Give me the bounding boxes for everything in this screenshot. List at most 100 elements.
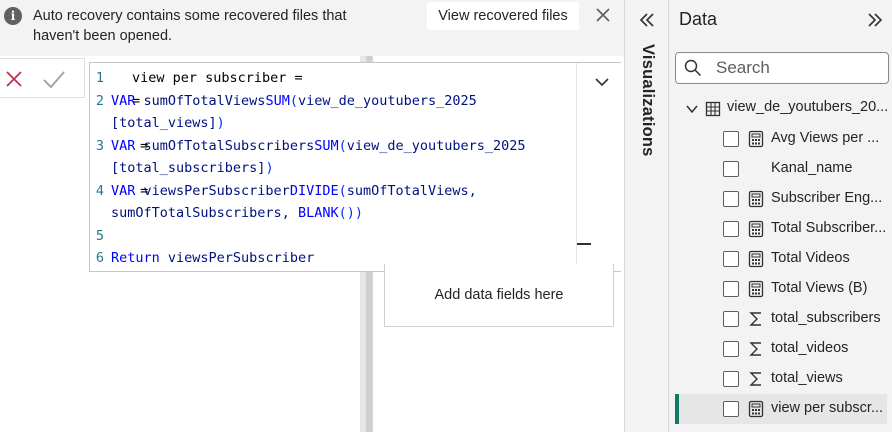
field-checkbox[interactable] — [723, 221, 739, 237]
code-token: DIVIDE — [289, 182, 339, 199]
code-token: SUM — [265, 92, 290, 109]
field-item[interactable]: Kanal_name — [675, 154, 887, 184]
field-checkbox[interactable] — [723, 341, 739, 357]
code-token: viewsPerSubscriber — [143, 182, 290, 199]
search-icon — [684, 59, 702, 77]
field-item[interactable]: Total Videos — [675, 244, 887, 274]
field-label: Avg Views per ... — [771, 130, 880, 146]
code-token: BLANK — [297, 205, 339, 221]
field-checkbox[interactable] — [723, 371, 739, 387]
field-item[interactable]: Total Views (B) — [675, 274, 887, 304]
sigma-icon — [749, 342, 761, 356]
code-token: sumOfTotalViews — [143, 92, 266, 109]
visualizations-label[interactable]: Visualizations — [635, 44, 657, 184]
sigma-icon — [749, 312, 761, 326]
field-item[interactable]: total_subscribers — [675, 304, 887, 334]
collapse-data-pane-icon[interactable] — [865, 10, 885, 30]
field-item[interactable]: Total Subscriber... — [675, 214, 887, 244]
table-node[interactable]: view_de_youtubers_20... — [681, 96, 889, 122]
code-token: [total_subscribers] — [111, 160, 266, 176]
cancel-formula-icon[interactable] — [4, 69, 24, 89]
field-label: Subscriber Eng... — [771, 190, 883, 206]
formula-actions — [0, 58, 85, 98]
code-token: sumOfTotalSubscribers, — [111, 205, 298, 221]
code-token: view_de_youtubers_2025 — [346, 137, 526, 154]
code-line[interactable]: [total_views]) — [111, 112, 225, 134]
data-pane: Data Search view_de_youtubers_20... Avg … — [668, 0, 892, 432]
field-label: Total Videos — [771, 250, 850, 266]
field-label: view per subscr... — [771, 400, 884, 416]
calculator-icon — [748, 220, 764, 238]
field-checkbox[interactable] — [723, 161, 739, 177]
code-line[interactable]: VAR sumOfTotalViews = SUM(view_de_youtuber… — [111, 90, 477, 112]
selected-indicator — [675, 394, 679, 424]
field-checkbox[interactable] — [723, 131, 739, 147]
code-line[interactable]: sumOfTotalSubscribers, BLANK()) — [111, 202, 363, 224]
field-label: Total Views (B) — [771, 280, 868, 296]
table-icon — [705, 101, 721, 117]
table-name: view_de_youtubers_20... — [727, 99, 889, 115]
sigma-icon — [749, 372, 761, 386]
line-number: 6 — [95, 250, 104, 266]
info-icon: i — [4, 7, 22, 25]
close-icon[interactable] — [594, 6, 612, 24]
field-label: total_videos — [771, 340, 849, 356]
code-token: ( — [289, 92, 298, 109]
expand-visualizations-icon[interactable] — [637, 10, 657, 30]
field-item[interactable]: total_views — [675, 364, 887, 394]
code-line[interactable]: VAR sumOfTotalSubscribers = SUM(view_de_… — [111, 135, 526, 157]
code-token: Return — [111, 250, 168, 266]
view-recovered-files-button[interactable]: View recovered files — [427, 2, 579, 30]
code-token: = — [132, 92, 141, 109]
field-item[interactable]: total_videos — [675, 334, 887, 364]
line-number: 5 — [95, 227, 104, 244]
code-token: sumOfTotalViews, — [346, 182, 477, 199]
field-item[interactable]: Subscriber Eng... — [675, 184, 887, 214]
visualizations-rail: Visualizations — [624, 0, 669, 432]
field-checkbox[interactable] — [723, 401, 739, 417]
add-data-fields-well[interactable]: Add data fields here — [384, 264, 614, 327]
line-number: 2 — [95, 92, 104, 109]
calculator-icon — [748, 130, 764, 148]
search-input[interactable]: Search — [675, 52, 889, 84]
recovery-notification-bar: i Auto recovery contains some recovered … — [0, 0, 624, 56]
search-placeholder: Search — [716, 58, 770, 77]
chevron-down-icon[interactable] — [595, 77, 609, 87]
field-checkbox[interactable] — [723, 191, 739, 207]
data-pane-title: Data — [679, 9, 718, 29]
code-token: [total_views] — [111, 115, 217, 131]
calculator-icon — [748, 280, 764, 298]
field-label: total_subscribers — [771, 310, 881, 326]
code-line[interactable]: Return viewsPerSubscriber — [111, 247, 314, 269]
field-item[interactable]: view per subscr... — [675, 394, 887, 424]
field-checkbox[interactable] — [723, 311, 739, 327]
code-token: = — [132, 137, 157, 154]
code-line[interactable]: VAR viewsPerSubscriber = DIVIDE(sumOfTot… — [111, 180, 477, 202]
code-token: sumOfTotalSubscribers — [143, 137, 315, 154]
code-token: view per subscriber = — [132, 70, 303, 86]
code-line[interactable]: [total_subscribers]) — [111, 157, 274, 179]
code-token: viewsPerSubscriber — [167, 250, 315, 266]
field-label: Total Subscriber... — [771, 220, 887, 236]
field-label: Kanal_name — [771, 160, 853, 176]
code-token: ) — [354, 205, 363, 221]
line-number: 1 — [95, 70, 104, 86]
code-token: ( — [338, 137, 347, 154]
field-checkbox[interactable] — [723, 281, 739, 297]
code-token: ) — [265, 160, 274, 176]
calculator-icon — [748, 400, 764, 418]
code-token: ) — [216, 115, 225, 131]
dax-formula-editor[interactable]: 1 view per subscriber = 2 VAR sumOfTotalVie… — [89, 62, 621, 272]
editor-side-panel — [576, 63, 621, 271]
minimap-marker — [577, 243, 591, 245]
recovery-message: Auto recovery contains some recovered fi… — [33, 8, 347, 44]
line-number: 4 — [95, 182, 104, 199]
calculator-icon — [748, 250, 764, 268]
calculator-icon — [748, 190, 764, 208]
code-token: SUM — [314, 137, 339, 154]
field-checkbox[interactable] — [723, 251, 739, 267]
field-item[interactable]: Avg Views per ... — [675, 124, 887, 154]
chevron-down-icon[interactable] — [685, 102, 699, 116]
code-token: () — [338, 205, 355, 221]
commit-formula-icon[interactable] — [42, 69, 66, 89]
